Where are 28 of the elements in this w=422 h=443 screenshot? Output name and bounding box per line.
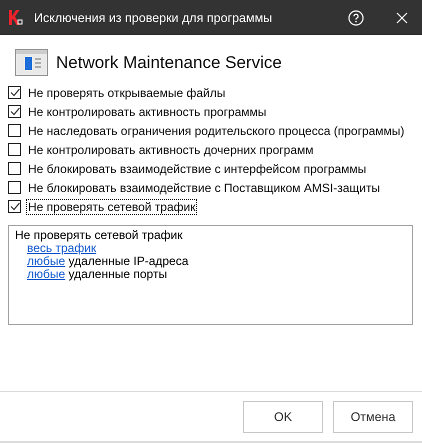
link[interactable]: любые xyxy=(27,254,66,268)
help-icon[interactable] xyxy=(348,10,364,26)
checkbox-label[interactable]: Не блокировать взаимодействие с Поставщиком AMSI-защиты xyxy=(27,180,382,194)
ok-button[interactable]: OK xyxy=(243,400,323,432)
checkbox[interactable] xyxy=(8,162,21,175)
details-line: любые удаленные порты xyxy=(27,267,168,281)
program-icon xyxy=(15,49,48,76)
checkbox-label[interactable]: Не проверять открываемые файлы xyxy=(27,86,226,100)
checkbox-label[interactable]: Не наследовать ограничения родительского процесса (программы) xyxy=(27,124,406,138)
checkbox[interactable] xyxy=(8,181,21,194)
checkbox-label[interactable]: Не контролировать активность программы xyxy=(27,104,268,118)
checkbox-label[interactable]: Не проверять сетевой трафик xyxy=(27,200,196,214)
cancel-button[interactable]: Отмена xyxy=(333,400,413,432)
checkbox[interactable] xyxy=(8,86,21,99)
checkbox[interactable] xyxy=(8,105,21,118)
checkbox[interactable] xyxy=(8,143,21,156)
checkbox-label[interactable]: Не контролировать активность дочерних программ xyxy=(27,142,314,156)
details-line: любые удаленные IP-адреса xyxy=(27,254,188,268)
app-logo-icon xyxy=(8,9,24,26)
details-title: Не проверять сетевой трафик xyxy=(15,229,184,242)
window-title: Исключения из проверки для программы xyxy=(34,10,274,24)
link[interactable]: любые xyxy=(27,267,66,281)
checkbox[interactable] xyxy=(8,124,21,137)
link[interactable]: весь трафик xyxy=(27,241,96,255)
close-icon[interactable] xyxy=(396,12,408,24)
program-name: Network Maintenance Service xyxy=(56,52,282,72)
checkbox-label[interactable]: Не блокировать взаимодействие с интерфейсом программы xyxy=(27,162,368,176)
checkbox[interactable] xyxy=(8,200,21,213)
